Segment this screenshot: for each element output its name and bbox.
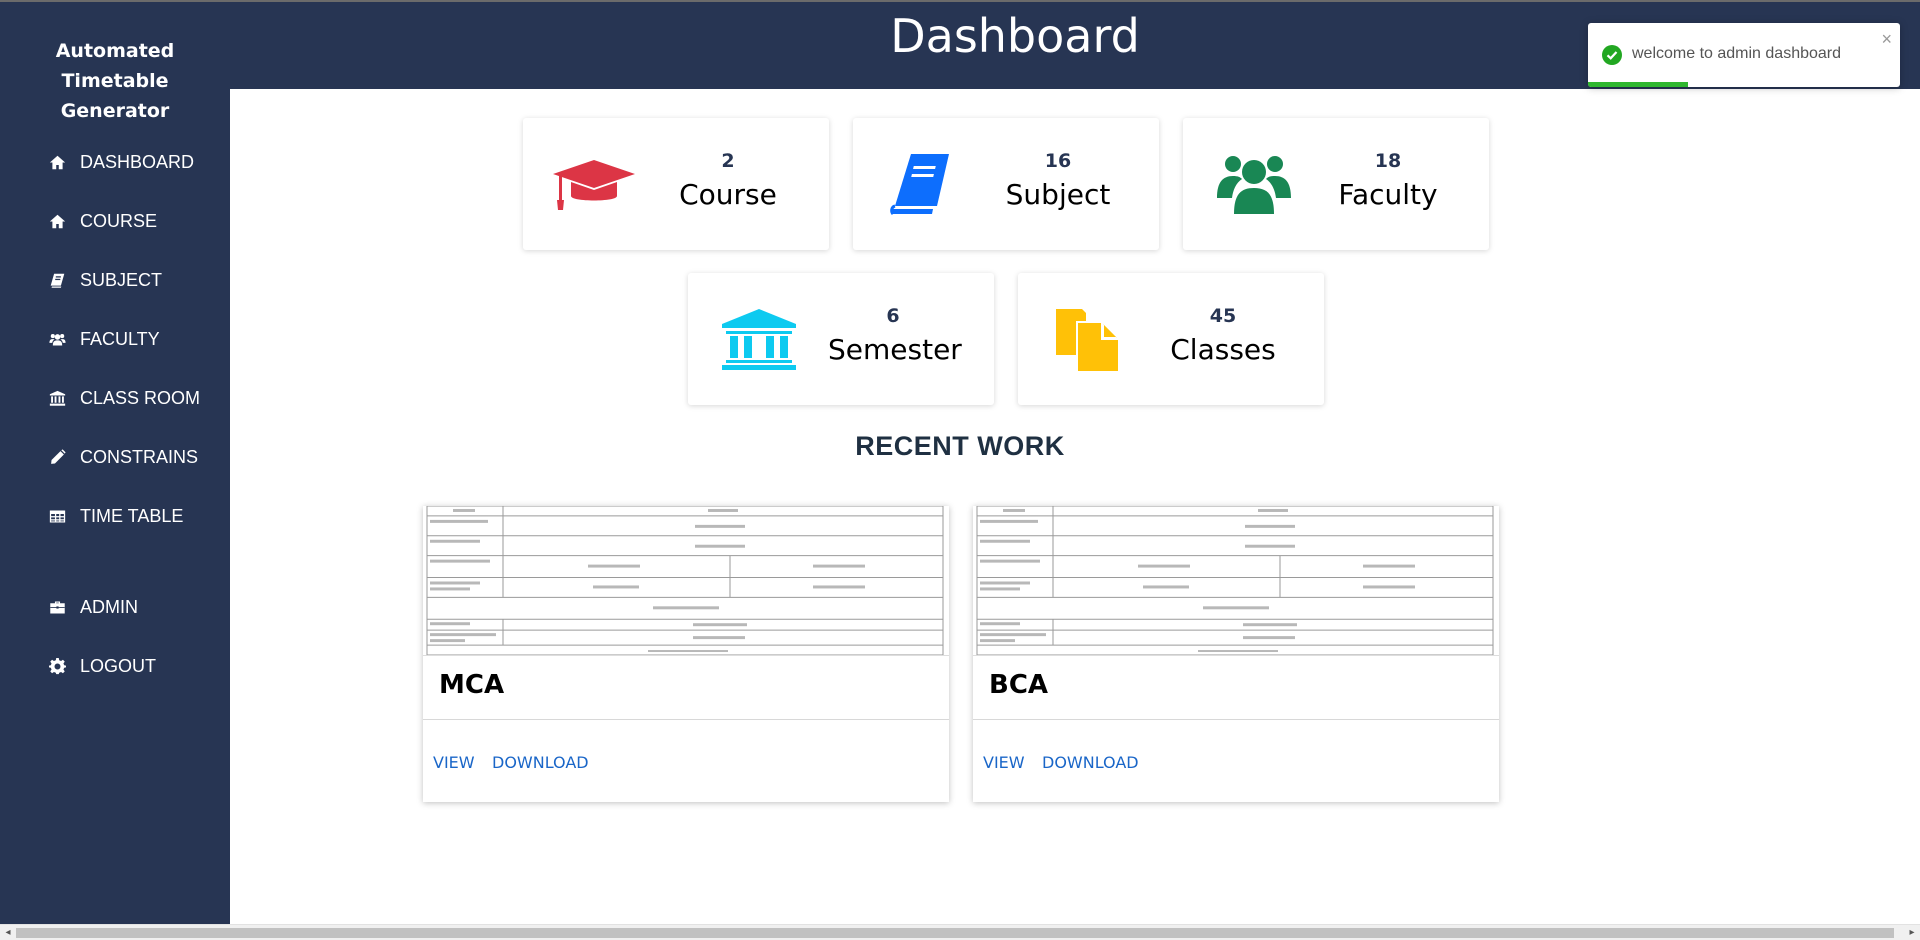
stat-card-subject[interactable]: 16 Subject bbox=[853, 118, 1159, 250]
stat-label: Faculty bbox=[1338, 178, 1438, 211]
sidebar-item-label: TIME TABLE bbox=[80, 505, 184, 526]
stat-value: 18 bbox=[1374, 150, 1402, 172]
stat-value: 2 bbox=[721, 150, 735, 172]
stat-label: Semester bbox=[828, 333, 962, 366]
timetable-thumbnail[interactable] bbox=[973, 506, 1499, 656]
close-icon[interactable]: × bbox=[1881, 29, 1892, 50]
sidebar-item-faculty[interactable]: FACULTY bbox=[46, 324, 160, 354]
sidebar-item-label: FACULTY bbox=[80, 328, 160, 349]
brand-line-1: Automated Timetable bbox=[55, 40, 175, 92]
institution-icon bbox=[716, 307, 802, 371]
stat-label: Subject bbox=[1005, 178, 1111, 211]
work-card-title: BCA bbox=[989, 670, 1049, 700]
pencil-icon bbox=[46, 446, 68, 468]
download-link[interactable]: DOWNLOAD bbox=[1042, 753, 1139, 772]
app-brand: Automated Timetable Generator bbox=[0, 36, 230, 126]
view-link[interactable]: VIEW bbox=[983, 753, 1025, 772]
institution-icon bbox=[46, 387, 68, 409]
toast-notification: welcome to admin dashboard × bbox=[1588, 23, 1900, 87]
users-icon bbox=[46, 328, 68, 350]
sidebar-item-dashboard[interactable]: DASHBOARD bbox=[46, 147, 194, 177]
sidebar-item-subject[interactable]: SUBJECT bbox=[46, 265, 162, 295]
sidebar-item-label: LOGOUT bbox=[80, 655, 157, 676]
scroll-right-icon[interactable]: ▸ bbox=[1906, 927, 1918, 939]
graduation-cap-icon bbox=[551, 152, 637, 216]
book-icon bbox=[881, 152, 967, 216]
toast-message: welcome to admin dashboard bbox=[1632, 45, 1842, 62]
main-content: 2 Course 16 Subject 18 Faculty 6 Semeste… bbox=[230, 89, 1920, 924]
timetable-thumbnail[interactable] bbox=[423, 506, 949, 656]
table-icon bbox=[46, 505, 68, 527]
files-icon bbox=[1046, 307, 1132, 371]
stat-card-semester[interactable]: 6 Semester bbox=[688, 273, 994, 405]
sidebar-item-admin[interactable]: ADMIN bbox=[46, 592, 138, 622]
sidebar-item-class-room[interactable]: CLASS ROOM bbox=[46, 383, 200, 413]
stat-value: 16 bbox=[1044, 150, 1072, 172]
horizontal-scrollbar[interactable]: ◂ ▸ bbox=[0, 924, 1920, 940]
card-divider bbox=[973, 719, 1499, 720]
sidebar-item-label: SUBJECT bbox=[80, 269, 163, 290]
stat-card-faculty[interactable]: 18 Faculty bbox=[1183, 118, 1489, 250]
briefcase-icon bbox=[46, 596, 68, 618]
scroll-left-icon[interactable]: ◂ bbox=[2, 927, 14, 939]
stat-value: 45 bbox=[1209, 305, 1237, 327]
work-card-title: MCA bbox=[439, 670, 505, 700]
sidebar-item-label: DASHBOARD bbox=[80, 151, 195, 172]
check-circle-icon bbox=[1602, 45, 1622, 65]
stat-card-classes[interactable]: 45 Classes bbox=[1018, 273, 1324, 405]
stat-card-course[interactable]: 2 Course bbox=[523, 118, 829, 250]
sidebar-item-label: COURSE bbox=[80, 210, 158, 231]
sidebar-item-time-table[interactable]: TIME TABLE bbox=[46, 501, 183, 531]
stat-label: Classes bbox=[1170, 333, 1276, 366]
sidebar-item-course[interactable]: COURSE bbox=[46, 206, 157, 236]
page-title: Dashboard bbox=[890, 9, 1140, 63]
sidebar-item-label: ADMIN bbox=[80, 596, 138, 617]
sidebar: Automated Timetable Generator DASHBOARD … bbox=[0, 2, 230, 924]
view-link[interactable]: VIEW bbox=[433, 753, 475, 772]
recent-work-heading: RECENT WORK bbox=[855, 431, 1065, 461]
recent-work-card-mca: MCA VIEW DOWNLOAD bbox=[423, 506, 949, 802]
stat-label: Course bbox=[679, 178, 777, 211]
download-link[interactable]: DOWNLOAD bbox=[492, 753, 589, 772]
toast-progress-track bbox=[1588, 82, 1900, 87]
card-divider bbox=[423, 719, 949, 720]
book-icon bbox=[46, 269, 68, 291]
stat-value: 6 bbox=[886, 305, 900, 327]
recent-work-card-bca: BCA VIEW DOWNLOAD bbox=[973, 506, 1499, 802]
home-icon bbox=[46, 210, 68, 232]
gear-icon bbox=[46, 655, 68, 677]
scrollbar-thumb[interactable] bbox=[16, 928, 1894, 938]
sidebar-item-logout[interactable]: LOGOUT bbox=[46, 651, 156, 681]
home-icon bbox=[46, 151, 68, 173]
sidebar-item-constrains[interactable]: CONSTRAINS bbox=[46, 442, 198, 472]
toast-progress-bar bbox=[1588, 82, 1688, 87]
sidebar-item-label: CONSTRAINS bbox=[80, 446, 199, 467]
users-icon bbox=[1211, 152, 1297, 216]
brand-line-2: Generator bbox=[60, 100, 170, 122]
sidebar-item-label: CLASS ROOM bbox=[80, 387, 201, 408]
